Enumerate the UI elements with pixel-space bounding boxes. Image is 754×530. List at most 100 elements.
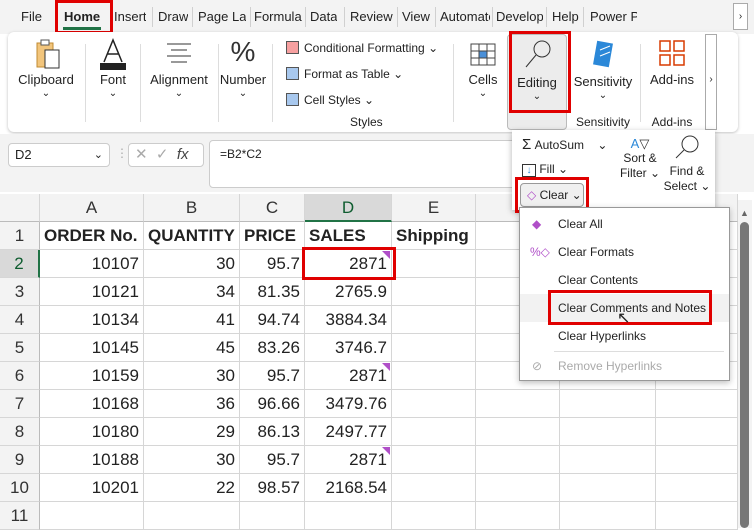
cell[interactable]: Shipping bbox=[392, 222, 476, 250]
tab-data[interactable]: Data bbox=[310, 9, 337, 24]
cell[interactable]: ORDER No. bbox=[40, 222, 144, 250]
cell[interactable] bbox=[476, 446, 560, 474]
ribbon-scroll-right-button[interactable]: › bbox=[705, 34, 717, 130]
cell[interactable] bbox=[560, 390, 656, 418]
row-header[interactable]: 3 bbox=[0, 278, 40, 306]
tab-file[interactable]: File bbox=[21, 9, 42, 24]
sensitivity-button[interactable]: Sensitivity ⌄ Sensitivity bbox=[570, 32, 636, 132]
cell[interactable]: 2168.54 bbox=[305, 474, 392, 502]
row-header[interactable]: 7 bbox=[0, 390, 40, 418]
tab-page-layout[interactable]: Page Layout bbox=[198, 9, 246, 24]
cell-styles-button[interactable]: Cell Styles ⌄ bbox=[286, 93, 374, 107]
name-box[interactable]: D2 ⌄ bbox=[8, 143, 110, 167]
cell[interactable] bbox=[305, 502, 392, 530]
cell[interactable] bbox=[240, 502, 305, 530]
cell[interactable] bbox=[560, 502, 656, 530]
cell[interactable]: 3479.76 bbox=[305, 390, 392, 418]
tab-help[interactable]: Help bbox=[552, 9, 579, 24]
column-header[interactable]: C bbox=[240, 194, 305, 222]
tab-power-pivot[interactable]: Power Pivot bbox=[590, 9, 637, 24]
cell[interactable] bbox=[656, 502, 738, 530]
cell[interactable] bbox=[392, 362, 476, 390]
number-button[interactable]: % Number ⌄ bbox=[218, 32, 268, 132]
cell[interactable] bbox=[144, 502, 240, 530]
cell[interactable] bbox=[40, 502, 144, 530]
cell[interactable]: 10121 bbox=[40, 278, 144, 306]
autosum-button[interactable]: Σ AutoSum ⌄ bbox=[522, 136, 607, 153]
fill-button[interactable]: ↓ Fill ⌄ bbox=[522, 162, 568, 177]
tab-draw[interactable]: Draw bbox=[158, 9, 188, 24]
cell[interactable] bbox=[476, 418, 560, 446]
alignment-button[interactable]: Alignment ⌄ bbox=[142, 32, 216, 132]
cell[interactable] bbox=[392, 390, 476, 418]
column-header[interactable]: B bbox=[144, 194, 240, 222]
row-header[interactable]: 11 bbox=[0, 502, 40, 530]
cell[interactable] bbox=[392, 278, 476, 306]
cell[interactable]: PRICE bbox=[240, 222, 305, 250]
cell[interactable]: 30 bbox=[144, 362, 240, 390]
cell[interactable]: 95.7 bbox=[240, 446, 305, 474]
insert-function-button[interactable]: fx bbox=[177, 146, 189, 163]
conditional-formatting-button[interactable]: Conditional Formatting ⌄ bbox=[286, 41, 438, 55]
cell[interactable] bbox=[476, 502, 560, 530]
cell[interactable] bbox=[392, 250, 476, 278]
sort-filter-button[interactable]: A▽ Sort & Filter ⌄ bbox=[618, 136, 662, 181]
cell[interactable]: 29 bbox=[144, 418, 240, 446]
column-header[interactable]: A bbox=[40, 194, 144, 222]
cell[interactable]: 10188 bbox=[40, 446, 144, 474]
cell[interactable]: 3884.34 bbox=[305, 306, 392, 334]
cell[interactable] bbox=[392, 446, 476, 474]
font-button[interactable]: Font ⌄ bbox=[88, 32, 138, 132]
row-header[interactable]: 5 bbox=[0, 334, 40, 362]
vertical-scrollbar[interactable]: ▲ bbox=[738, 200, 752, 528]
cell[interactable]: 95.7 bbox=[240, 362, 305, 390]
menu-item-clear-all[interactable]: ◆ Clear All bbox=[520, 210, 729, 238]
tab-developer[interactable]: Developer bbox=[496, 9, 543, 24]
column-header[interactable]: D bbox=[305, 194, 392, 222]
clipboard-button[interactable]: Clipboard ⌄ bbox=[14, 32, 78, 132]
tab-automate[interactable]: Automate bbox=[440, 9, 490, 24]
cell[interactable] bbox=[560, 474, 656, 502]
row-header[interactable]: 4 bbox=[0, 306, 40, 334]
tabs-scroll-right-button[interactable]: › bbox=[733, 3, 748, 30]
cells-button[interactable]: Cells ⌄ bbox=[460, 32, 506, 132]
cell[interactable] bbox=[476, 474, 560, 502]
cell[interactable] bbox=[476, 390, 560, 418]
cell[interactable] bbox=[656, 390, 738, 418]
cell[interactable] bbox=[392, 306, 476, 334]
cell[interactable]: 22 bbox=[144, 474, 240, 502]
cell[interactable]: 10134 bbox=[40, 306, 144, 334]
cell[interactable]: 10107 bbox=[40, 250, 144, 278]
select-all-corner[interactable] bbox=[0, 194, 40, 222]
cell[interactable]: 2871 bbox=[305, 446, 392, 474]
column-header[interactable]: E bbox=[392, 194, 476, 222]
cell[interactable] bbox=[392, 474, 476, 502]
cell[interactable]: 30 bbox=[144, 250, 240, 278]
cell[interactable]: 98.57 bbox=[240, 474, 305, 502]
cell[interactable]: 3746.7 bbox=[305, 334, 392, 362]
cancel-icon[interactable]: ✕ bbox=[135, 146, 148, 163]
row-header[interactable]: 6 bbox=[0, 362, 40, 390]
cell[interactable]: 81.35 bbox=[240, 278, 305, 306]
cell[interactable]: 2497.77 bbox=[305, 418, 392, 446]
cell[interactable]: 94.74 bbox=[240, 306, 305, 334]
cell[interactable] bbox=[392, 418, 476, 446]
menu-item-clear-formats[interactable]: %◇ Clear Formats bbox=[520, 238, 729, 266]
cell[interactable]: 10159 bbox=[40, 362, 144, 390]
find-select-button[interactable]: Find & Select ⌄ bbox=[662, 134, 712, 194]
tab-view[interactable]: View bbox=[402, 9, 430, 24]
tab-review[interactable]: Review bbox=[350, 9, 393, 24]
cell[interactable]: 36 bbox=[144, 390, 240, 418]
cell[interactable]: 2871 bbox=[305, 362, 392, 390]
cell[interactable]: 30 bbox=[144, 446, 240, 474]
cell[interactable]: 41 bbox=[144, 306, 240, 334]
cell[interactable] bbox=[392, 502, 476, 530]
cell[interactable]: 10145 bbox=[40, 334, 144, 362]
scrollbar-thumb[interactable] bbox=[740, 222, 749, 528]
row-header[interactable]: 2 bbox=[0, 250, 40, 278]
cell[interactable]: 10201 bbox=[40, 474, 144, 502]
cell[interactable]: 2765.9 bbox=[305, 278, 392, 306]
row-header[interactable]: 9 bbox=[0, 446, 40, 474]
row-header[interactable]: 10 bbox=[0, 474, 40, 502]
cell[interactable]: SALES bbox=[305, 222, 392, 250]
